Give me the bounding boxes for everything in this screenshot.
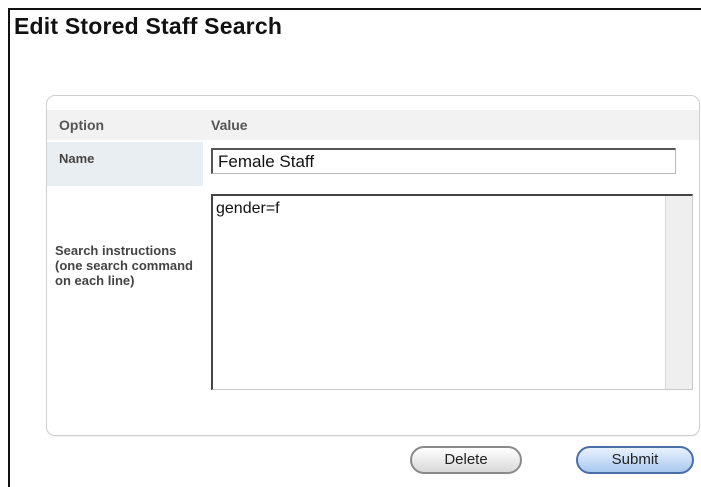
search-instructions-textarea[interactable]: gender=f (213, 196, 665, 389)
page-title: Edit Stored Staff Search (14, 13, 283, 39)
delete-button[interactable]: Delete (410, 446, 522, 474)
search-instructions-field: gender=f (211, 194, 693, 390)
search-edit-panel: Option Value Name Search instructions (o… (46, 95, 700, 436)
name-input[interactable] (211, 148, 676, 174)
textarea-scrollbar[interactable] (665, 196, 692, 389)
name-row: Name (47, 142, 699, 186)
table-header: Option Value (47, 110, 699, 140)
window-left-border (8, 8, 10, 487)
option-column-header: Option (59, 117, 105, 133)
name-label-cell: Name (47, 142, 203, 186)
value-column-header: Value (211, 117, 248, 133)
name-label: Name (59, 151, 95, 166)
submit-button[interactable]: Submit (576, 446, 694, 474)
window-top-border (8, 8, 701, 10)
search-instructions-label: Search instructions (one search command … (55, 243, 193, 288)
search-instructions-row: Search instructions (one search command … (47, 188, 699, 400)
